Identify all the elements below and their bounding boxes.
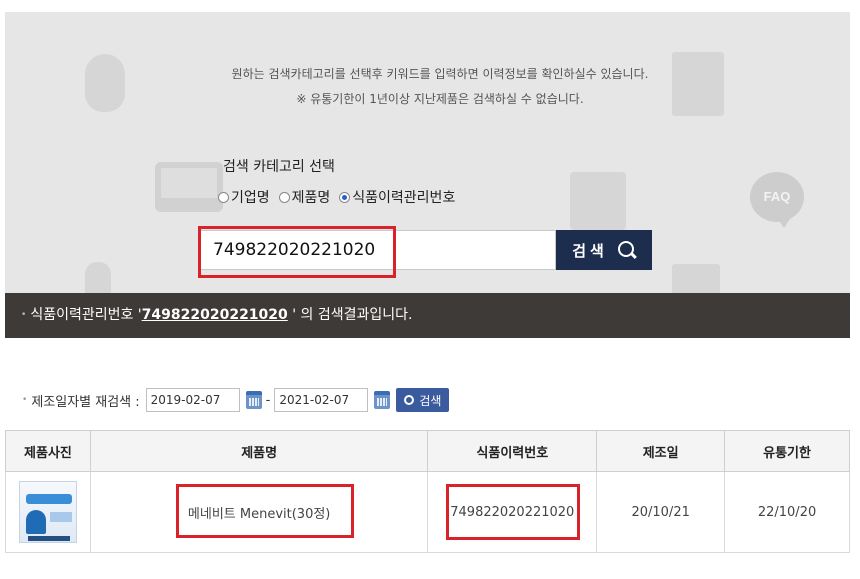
category-title: 검색 카테고리 선택 <box>223 159 335 175</box>
date-search-label: 검색 <box>419 393 442 408</box>
bullet-icon: • <box>21 310 27 320</box>
col-header-photo: 제품사진 <box>5 430 91 472</box>
faq-bubble-icon: FAQ <box>750 172 804 228</box>
result-suffix: ' 의 검색결과입니다. <box>287 307 413 323</box>
search-button-label: 검색 <box>572 241 608 260</box>
radio-trace-number[interactable]: 식품이력관리번호 <box>339 187 455 207</box>
col-header-mfg-date: 제조일 <box>596 430 726 472</box>
result-table: 제품사진 제품명 식품이력번호 제조일 유통기한 메네비트 Menevit(30… <box>5 430 850 553</box>
date-separator: - <box>265 392 271 408</box>
table-header-row: 제품사진 제품명 식품이력번호 제조일 유통기한 <box>5 430 850 472</box>
search-icon <box>404 395 415 405</box>
calendar-icon[interactable] <box>374 391 391 409</box>
expiry-notice: ※ 유통기한이 1년이상 지난제품은 검색하실 수 없습니다. <box>296 92 584 106</box>
radio-label: 제품명 <box>291 190 331 206</box>
col-header-expiry: 유통기한 <box>724 430 850 472</box>
result-bar: • 식품이력관리번호 '749822020221020 ' 의 검색결과입니다. <box>5 293 850 338</box>
result-prefix: 식품이력관리번호 ' <box>30 307 142 323</box>
radio-product-name[interactable]: 제품명 <box>278 187 331 207</box>
radio-label: 기업명 <box>231 190 270 206</box>
date-to-input[interactable]: 2021-02-07 <box>274 388 369 412</box>
col-header-product-name: 제품명 <box>89 430 429 472</box>
highlight-box-product <box>176 484 354 538</box>
certificate-illustration-icon <box>672 264 720 293</box>
table-row[interactable]: 메네비트 Menevit(30정) 749822020221020 20/10/… <box>5 471 850 553</box>
category-radio-group: 기업명 제품명 식품이력관리번호 <box>218 187 464 207</box>
result-number[interactable]: 749822020221020 <box>142 307 288 323</box>
radio-company-name[interactable]: 기업명 <box>218 187 270 207</box>
bullet-icon: • <box>22 395 28 405</box>
mouse-illustration-icon <box>85 262 111 293</box>
date-from-input[interactable]: 2019-02-07 <box>145 388 240 412</box>
search-icon <box>617 241 636 259</box>
col-header-trace-number: 식품이력번호 <box>427 430 598 472</box>
radio-button-selected[interactable] <box>339 191 351 203</box>
mouse-illustration-icon <box>85 54 125 112</box>
highlight-box-search <box>198 226 396 278</box>
date-filter-label: 제조일자별 재검색 : <box>31 394 140 410</box>
search-button[interactable]: 검색 <box>556 230 652 270</box>
date-filter-row: • 제조일자별 재검색 : 2019-02-07 - 2021-02-07 검색 <box>22 388 450 412</box>
cell-mfg-date: 20/10/21 <box>596 471 726 553</box>
cell-expiry: 22/10/20 <box>724 471 850 553</box>
product-thumbnail[interactable] <box>18 481 77 543</box>
radio-label: 식품이력관리번호 <box>352 190 456 206</box>
monitor-illustration-icon <box>155 162 223 212</box>
search-notice: 원하는 검색카테고리를 선택후 키워드를 입력하면 이력정보를 확인하실수 있습… <box>231 67 649 81</box>
radio-button[interactable] <box>218 191 229 203</box>
box-illustration-icon <box>570 172 626 230</box>
radio-button[interactable] <box>278 191 290 203</box>
calendar-icon[interactable] <box>245 391 262 409</box>
date-search-button[interactable]: 검색 <box>396 388 450 412</box>
highlight-box-trace <box>446 484 580 540</box>
cell-photo[interactable] <box>5 471 91 553</box>
